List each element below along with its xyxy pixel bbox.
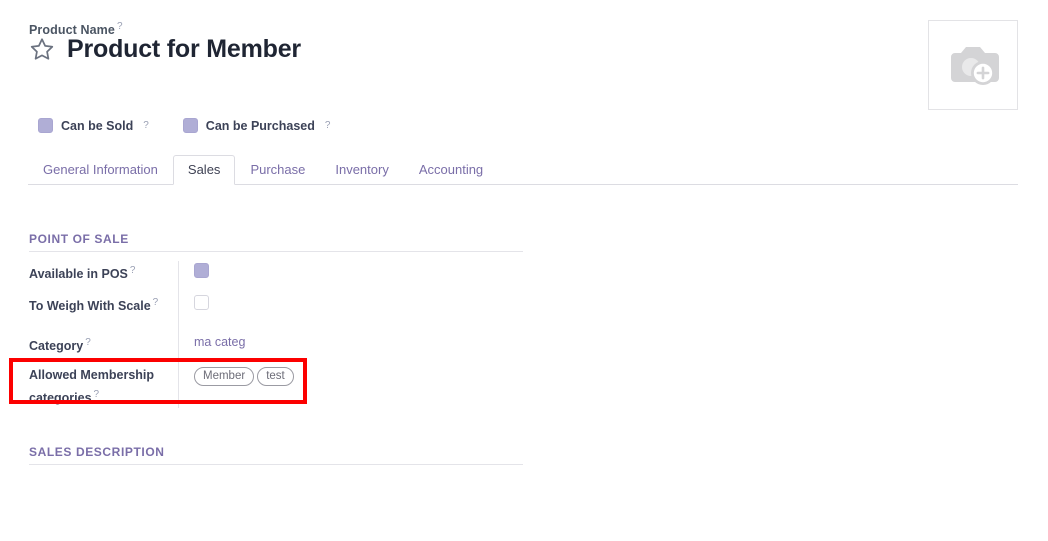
help-icon[interactable]: ? — [94, 389, 100, 400]
can-be-purchased-checkbox[interactable] — [182, 118, 198, 133]
available-in-pos-label-text: Available in POS — [29, 267, 128, 282]
tab-sales[interactable]: Sales — [172, 155, 236, 185]
product-flags-row: Can be Sold? Can be Purchased? — [38, 118, 364, 133]
help-icon[interactable]: ? — [85, 337, 91, 348]
membership-category-tag-list: Member test — [194, 366, 523, 386]
available-in-pos-row: Available in POS? — [29, 261, 523, 293]
category-label: Category? — [29, 333, 178, 356]
category-value: ma categ — [178, 333, 523, 352]
point-of-sale-group-title: POINT OF SALE — [29, 232, 129, 246]
category-link[interactable]: ma categ — [194, 335, 245, 349]
help-icon[interactable]: ? — [117, 21, 123, 32]
tab-general-information[interactable]: General Information — [28, 155, 173, 185]
camera-add-photo-icon — [951, 47, 999, 85]
tab-purchase[interactable]: Purchase — [235, 155, 320, 185]
allowed-membership-categories-label: Allowed Membership categories? — [29, 366, 178, 408]
help-icon[interactable]: ? — [325, 120, 331, 131]
allowed-membership-categories-row: Allowed Membership categories? Member te… — [29, 366, 523, 408]
can-be-sold-field[interactable]: Can be Sold? — [38, 118, 149, 133]
allowed-membership-categories-label-text: Allowed Membership categories — [29, 368, 155, 406]
to-weigh-with-scale-label: To Weigh With Scale? — [29, 293, 178, 316]
can-be-purchased-field[interactable]: Can be Purchased? — [182, 118, 331, 133]
can-be-sold-checkbox[interactable] — [38, 118, 53, 133]
help-icon[interactable]: ? — [143, 120, 149, 131]
tab-list: General Information Sales Purchase Inven… — [28, 155, 498, 185]
record-title-row: Product for Member — [29, 36, 301, 62]
to-weigh-with-scale-label-text: To Weigh With Scale — [29, 299, 151, 314]
membership-category-tag[interactable]: test — [257, 367, 294, 386]
notebook-tabs: General Information Sales Purchase Inven… — [28, 155, 1018, 185]
point-of-sale-group: POINT OF SALE Available in POS? To Weigh… — [29, 232, 523, 409]
available-in-pos-label: Available in POS? — [29, 261, 178, 284]
sales-description-group: SALES DESCRIPTION — [29, 445, 523, 525]
can-be-sold-label: Can be Sold — [61, 118, 134, 133]
sales-description-group-title: SALES DESCRIPTION — [29, 445, 165, 459]
help-icon[interactable]: ? — [153, 297, 159, 308]
tab-inventory[interactable]: Inventory — [320, 155, 403, 185]
sales-description-input[interactable] — [29, 465, 523, 525]
label-value-separator — [178, 261, 179, 409]
group-divider — [29, 251, 523, 252]
available-in-pos-checkbox[interactable] — [194, 263, 209, 278]
tab-accounting[interactable]: Accounting — [404, 155, 498, 185]
page-title: Product for Member — [67, 34, 301, 63]
product-form-sheet: Product Name? Product for Member Can be … — [0, 0, 1048, 541]
to-weigh-with-scale-value — [178, 293, 523, 312]
category-row: Category? ma categ — [29, 333, 523, 366]
product-image-upload[interactable] — [928, 20, 1018, 110]
to-weigh-with-scale-row: To Weigh With Scale? — [29, 293, 523, 333]
category-label-text: Category — [29, 339, 84, 354]
to-weigh-with-scale-checkbox[interactable] — [194, 295, 209, 310]
allowed-membership-categories-value[interactable]: Member test — [178, 366, 523, 386]
membership-category-tag[interactable]: Member — [194, 367, 255, 386]
available-in-pos-value — [178, 261, 523, 280]
point-of-sale-fields: Available in POS? To Weigh With Scale? C… — [29, 261, 523, 409]
help-icon[interactable]: ? — [130, 265, 136, 276]
can-be-purchased-label: Can be Purchased — [205, 118, 315, 133]
star-outline-icon[interactable] — [29, 36, 55, 62]
